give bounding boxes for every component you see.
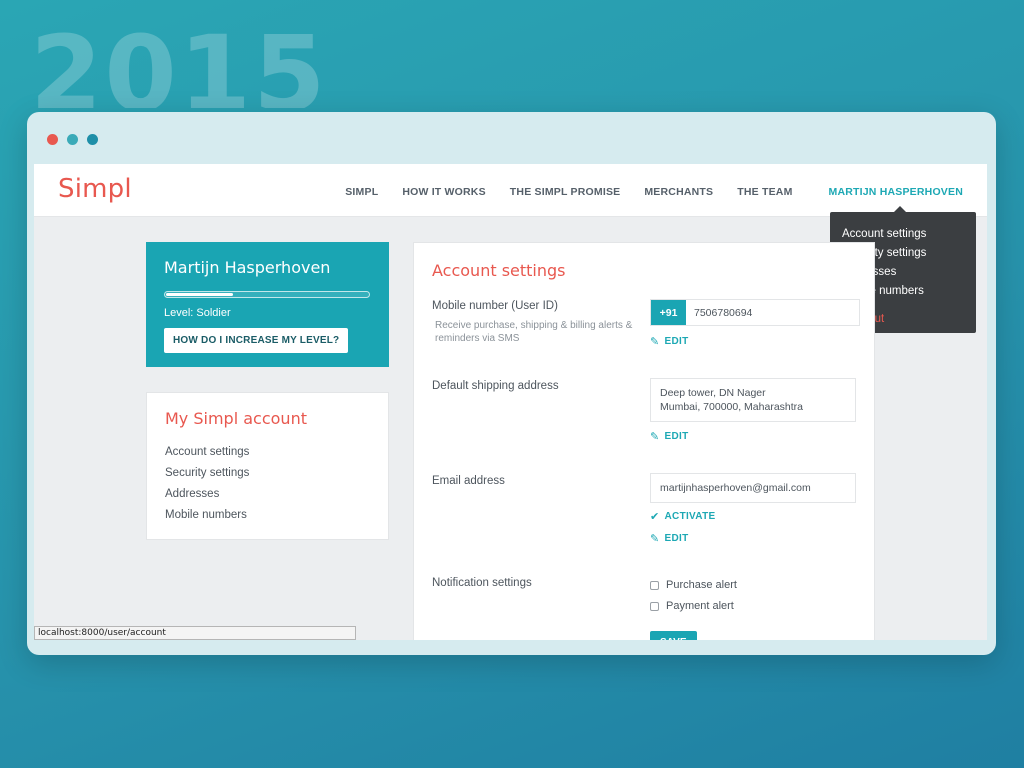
main-nav: SIMPL HOW IT WORKS THE SIMPL PROMISE MER… bbox=[345, 186, 963, 198]
mobile-number-hint: Receive purchase, shipping & billing ale… bbox=[435, 320, 633, 344]
edit-mobile-button[interactable]: ✎ EDIT bbox=[650, 335, 689, 348]
pencil-icon: ✎ bbox=[650, 431, 660, 443]
edit-email-label: EDIT bbox=[664, 533, 689, 544]
edit-email-button[interactable]: ✎ EDIT bbox=[650, 532, 689, 545]
notification-settings-label: Notification settings bbox=[432, 577, 532, 589]
purchase-alert-option[interactable]: Purchase alert bbox=[650, 579, 737, 591]
year-heading: 2015 bbox=[30, 22, 328, 108]
edit-shipping-label: EDIT bbox=[664, 431, 689, 442]
my-account-panel: My Simpl account Account settings Securi… bbox=[146, 392, 389, 540]
minimize-window-dot[interactable] bbox=[67, 134, 78, 145]
profile-name: Martijn Hasperhoven bbox=[164, 258, 331, 277]
my-account-title: My Simpl account bbox=[165, 409, 307, 428]
country-code: +91 bbox=[651, 300, 686, 325]
pencil-icon: ✎ bbox=[650, 336, 660, 348]
email-address-label: Email address bbox=[432, 475, 505, 487]
account-link-security-settings[interactable]: Security settings bbox=[165, 463, 370, 484]
browser-window: Simpl SIMPL HOW IT WORKS THE SIMPL PROMI… bbox=[27, 112, 996, 655]
account-link-mobile-numbers[interactable]: Mobile numbers bbox=[165, 505, 370, 526]
profile-card: Martijn Hasperhoven Level: Soldier HOW D… bbox=[146, 242, 389, 367]
shipping-address-line1: Deep tower, DN Nager bbox=[660, 387, 766, 399]
account-link-account-settings[interactable]: Account settings bbox=[165, 442, 370, 463]
simpl-logo[interactable]: Simpl bbox=[58, 174, 132, 204]
pencil-icon: ✎ bbox=[650, 533, 660, 545]
mobile-number-value: 7506780694 bbox=[694, 307, 753, 319]
window-controls bbox=[47, 134, 98, 145]
level-progress-bar bbox=[164, 291, 370, 298]
checkmark-icon: ✔ bbox=[650, 511, 660, 523]
account-settings-card: Account settings Mobile number (User ID)… bbox=[413, 242, 875, 640]
nav-item-the-team[interactable]: THE TEAM bbox=[737, 186, 792, 198]
level-progress-fill bbox=[166, 293, 234, 296]
account-link-addresses[interactable]: Addresses bbox=[165, 484, 370, 505]
nav-item-simpl-promise[interactable]: THE SIMPL PROMISE bbox=[510, 186, 621, 198]
level-label: Level: Soldier bbox=[164, 307, 231, 319]
purchase-alert-label: Purchase alert bbox=[666, 579, 737, 591]
activate-email-label: ACTIVATE bbox=[664, 511, 716, 522]
maximize-window-dot[interactable] bbox=[87, 134, 98, 145]
top-navbar: Simpl SIMPL HOW IT WORKS THE SIMPL PROMI… bbox=[34, 164, 987, 217]
shipping-address-line2: Mumbai, 700000, Maharashtra bbox=[660, 401, 803, 413]
page-viewport: Simpl SIMPL HOW IT WORKS THE SIMPL PROMI… bbox=[34, 164, 987, 640]
save-button[interactable]: SAVE bbox=[650, 631, 697, 640]
user-menu-toggle[interactable]: MARTIJN HASPERHOVEN bbox=[829, 186, 963, 198]
account-settings-title: Account settings bbox=[432, 261, 566, 280]
payment-alert-label: Payment alert bbox=[666, 600, 734, 612]
nav-item-how-it-works[interactable]: HOW IT WORKS bbox=[402, 186, 485, 198]
shipping-address-box: Deep tower, DN Nager Mumbai, 700000, Mah… bbox=[650, 378, 856, 422]
purchase-alert-checkbox[interactable] bbox=[650, 580, 659, 590]
shipping-address-label: Default shipping address bbox=[432, 380, 559, 392]
email-address-field[interactable]: martijnhasperhoven@gmail.com bbox=[650, 473, 856, 503]
nav-item-simpl[interactable]: SIMPL bbox=[345, 186, 378, 198]
mobile-number-label: Mobile number (User ID) bbox=[432, 300, 558, 312]
payment-alert-checkbox[interactable] bbox=[650, 601, 659, 611]
nav-item-merchants[interactable]: MERCHANTS bbox=[644, 186, 713, 198]
mobile-number-field[interactable]: +91 7506780694 bbox=[650, 299, 860, 326]
edit-mobile-label: EDIT bbox=[664, 336, 689, 347]
increase-level-button[interactable]: HOW DO I INCREASE MY LEVEL? bbox=[164, 328, 349, 353]
browser-status-url: localhost:8000/user/account bbox=[34, 626, 356, 640]
payment-alert-option[interactable]: Payment alert bbox=[650, 600, 734, 612]
close-window-dot[interactable] bbox=[47, 134, 58, 145]
activate-email-button[interactable]: ✔ ACTIVATE bbox=[650, 510, 715, 523]
account-links: Account settings Security settings Addre… bbox=[165, 442, 370, 526]
edit-shipping-button[interactable]: ✎ EDIT bbox=[650, 430, 689, 443]
